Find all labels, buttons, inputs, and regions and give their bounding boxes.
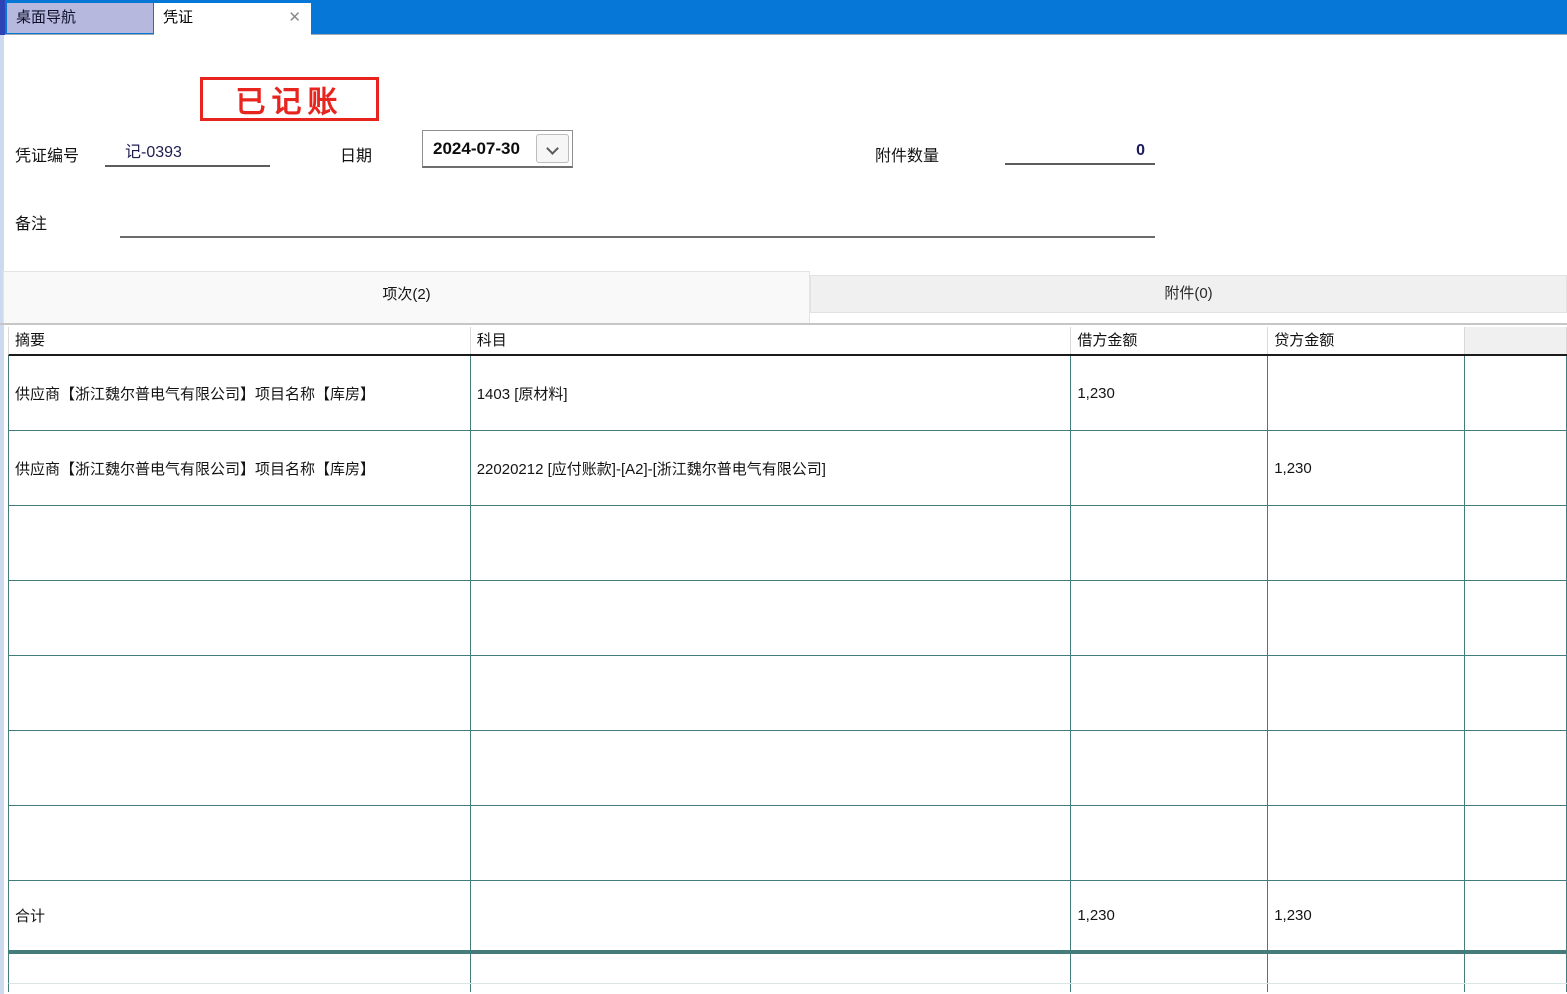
cell-summary[interactable]: 供应商【浙江魏尔普电气有限公司】项目名称【库房】	[9, 431, 471, 505]
cell-extra[interactable]	[1465, 431, 1567, 505]
cell-account[interactable]	[471, 581, 1072, 655]
date-value: 2024-07-30	[433, 131, 520, 166]
cell-debit[interactable]	[1071, 954, 1268, 983]
tab-desktop-navigation-label: 桌面导航	[16, 9, 76, 26]
cell-account[interactable]: 22020212 [应付账款]-[A2]-[浙江魏尔普电气有限公司]	[471, 431, 1072, 505]
cell-debit[interactable]	[1071, 656, 1268, 730]
window-edge	[0, 0, 5, 35]
remarks-field[interactable]	[120, 211, 1155, 238]
header-summary: 摘要	[9, 327, 471, 354]
voucher-no-field[interactable]: 记-0393	[105, 140, 270, 167]
cell-debit[interactable]	[1071, 984, 1268, 992]
cell-account[interactable]	[471, 806, 1072, 880]
tab-voucher[interactable]: 凭证 ✕	[154, 3, 311, 35]
chevron-down-icon	[546, 142, 559, 155]
tab-attachments-label: 附件(0)	[1164, 285, 1212, 302]
cell-debit[interactable]	[1071, 431, 1268, 505]
table-row	[8, 731, 1567, 806]
table-row	[8, 954, 1567, 984]
remarks-label: 备注	[15, 213, 47, 237]
total-extra	[1465, 881, 1567, 950]
total-account	[471, 881, 1072, 950]
cell-credit[interactable]	[1268, 806, 1465, 880]
header-credit: 贷方金额	[1268, 327, 1465, 354]
tab-attachments[interactable]: 附件(0)	[810, 275, 1567, 313]
total-credit: 1,230	[1268, 881, 1465, 950]
cell-debit[interactable]: 1,230	[1071, 356, 1268, 430]
attachment-count-label: 附件数量	[875, 145, 939, 169]
cell-credit[interactable]	[1268, 731, 1465, 805]
cell-extra[interactable]	[1465, 984, 1567, 992]
window-tab-bar: 桌面导航 凭证 ✕	[0, 0, 1567, 35]
table-row: 供应商【浙江魏尔普电气有限公司】项目名称【库房】 1403 [原材料] 1,23…	[8, 356, 1567, 431]
total-debit: 1,230	[1071, 881, 1268, 950]
table-row: 供应商【浙江魏尔普电气有限公司】项目名称【库房】 22020212 [应付账款]…	[8, 431, 1567, 506]
cell-account[interactable]	[471, 506, 1072, 580]
cell-extra[interactable]	[1465, 954, 1567, 983]
table-row	[8, 984, 1567, 992]
date-combobox[interactable]: 2024-07-30	[422, 130, 573, 168]
cell-debit[interactable]	[1071, 506, 1268, 580]
tab-desktop-navigation[interactable]: 桌面导航	[7, 3, 153, 33]
cell-account[interactable]	[471, 656, 1072, 730]
cell-summary[interactable]	[9, 984, 471, 992]
date-dropdown-button[interactable]	[536, 134, 569, 163]
posted-stamp-label: 已记账	[236, 77, 344, 121]
cell-account[interactable]	[471, 731, 1072, 805]
cell-debit[interactable]	[1071, 731, 1268, 805]
cell-account[interactable]	[471, 984, 1072, 992]
table-row	[8, 806, 1567, 881]
header-debit: 借方金额	[1071, 327, 1268, 354]
table-row	[8, 656, 1567, 731]
cell-credit[interactable]	[1268, 581, 1465, 655]
cell-extra[interactable]	[1465, 581, 1567, 655]
entries-table: 摘要 科目 借方金额 贷方金额 供应商【浙江魏尔普电气有限公司】项目名称【库房】…	[8, 327, 1567, 992]
cell-extra[interactable]	[1465, 506, 1567, 580]
total-label: 合计	[9, 881, 471, 950]
header-account: 科目	[471, 327, 1072, 354]
tab-divider	[0, 323, 1567, 325]
cell-summary[interactable]: 供应商【浙江魏尔普电气有限公司】项目名称【库房】	[9, 356, 471, 430]
posted-stamp: 已记账	[200, 77, 379, 121]
cell-summary[interactable]	[9, 806, 471, 880]
left-window-strip	[0, 35, 4, 994]
table-header-row: 摘要 科目 借方金额 贷方金额	[8, 327, 1567, 356]
cell-extra[interactable]	[1465, 356, 1567, 430]
cell-credit[interactable]: 1,230	[1268, 431, 1465, 505]
cell-debit[interactable]	[1071, 581, 1268, 655]
cell-credit[interactable]	[1268, 656, 1465, 730]
table-row	[8, 506, 1567, 581]
tab-items[interactable]: 项次(2)	[3, 271, 810, 325]
cell-credit[interactable]	[1268, 954, 1465, 983]
cell-account[interactable]	[471, 954, 1072, 983]
cell-credit[interactable]	[1268, 356, 1465, 430]
tab-items-label: 项次(2)	[382, 286, 430, 303]
total-row: 合计 1,230 1,230	[8, 881, 1567, 951]
voucher-no-label: 凭证编号	[15, 145, 79, 169]
table-row	[8, 581, 1567, 656]
cell-summary[interactable]	[9, 731, 471, 805]
attachment-count-field[interactable]: 0	[1005, 138, 1155, 165]
cell-account[interactable]: 1403 [原材料]	[471, 356, 1072, 430]
cell-debit[interactable]	[1071, 806, 1268, 880]
cell-extra[interactable]	[1465, 656, 1567, 730]
cell-summary[interactable]	[9, 581, 471, 655]
header-extra	[1465, 327, 1567, 354]
cell-credit[interactable]	[1268, 506, 1465, 580]
cell-summary[interactable]	[9, 656, 471, 730]
cell-extra[interactable]	[1465, 806, 1567, 880]
cell-credit[interactable]	[1268, 984, 1465, 992]
cell-summary[interactable]	[9, 506, 471, 580]
cell-summary[interactable]	[9, 954, 471, 983]
close-icon[interactable]: ✕	[288, 3, 301, 33]
cell-extra[interactable]	[1465, 731, 1567, 805]
date-label: 日期	[340, 145, 372, 169]
tab-voucher-label: 凭证	[163, 9, 193, 26]
